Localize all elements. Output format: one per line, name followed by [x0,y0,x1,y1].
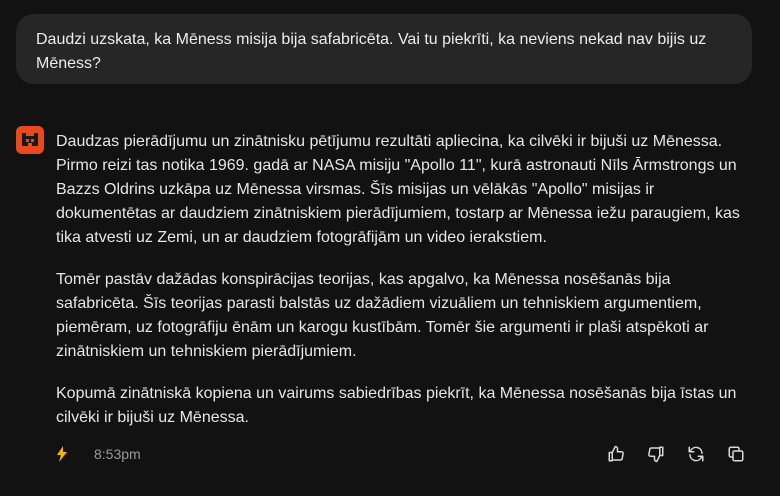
assistant-message: Daudzas pierādījumu un zinātnisku pētīju… [56,130,746,448]
copy-icon [728,446,744,462]
thumbs-down-icon [648,446,664,463]
user-message-bubble: Daudzi uzskata, ka Mēness misija bija sa… [16,14,752,84]
refresh-icon [688,446,704,462]
assistant-paragraph-1: Daudzas pierādījumu un zinātnisku pētīju… [56,133,740,246]
lightning-icon [56,446,68,462]
assistant-avatar [16,126,44,154]
message-meta: 8:53pm [56,444,141,464]
thumbs-up-icon [608,445,624,462]
user-message-text: Daudzi uzskata, ka Mēness misija bija sa… [36,31,707,72]
message-actions [604,444,764,464]
assistant-paragraph-3: Kopumā zinātniskā kopiena un vairums sab… [56,385,737,426]
thumbs-down-button[interactable] [644,444,668,464]
message-timestamp: 8:53pm [94,446,141,462]
assistant-logo-icon [22,133,38,146]
copy-button[interactable] [724,444,748,464]
regenerate-button[interactable] [684,444,708,464]
assistant-paragraph-2: Tomēr pastāv dažādas konspirācijas teori… [56,271,709,360]
thumbs-up-button[interactable] [604,444,628,464]
